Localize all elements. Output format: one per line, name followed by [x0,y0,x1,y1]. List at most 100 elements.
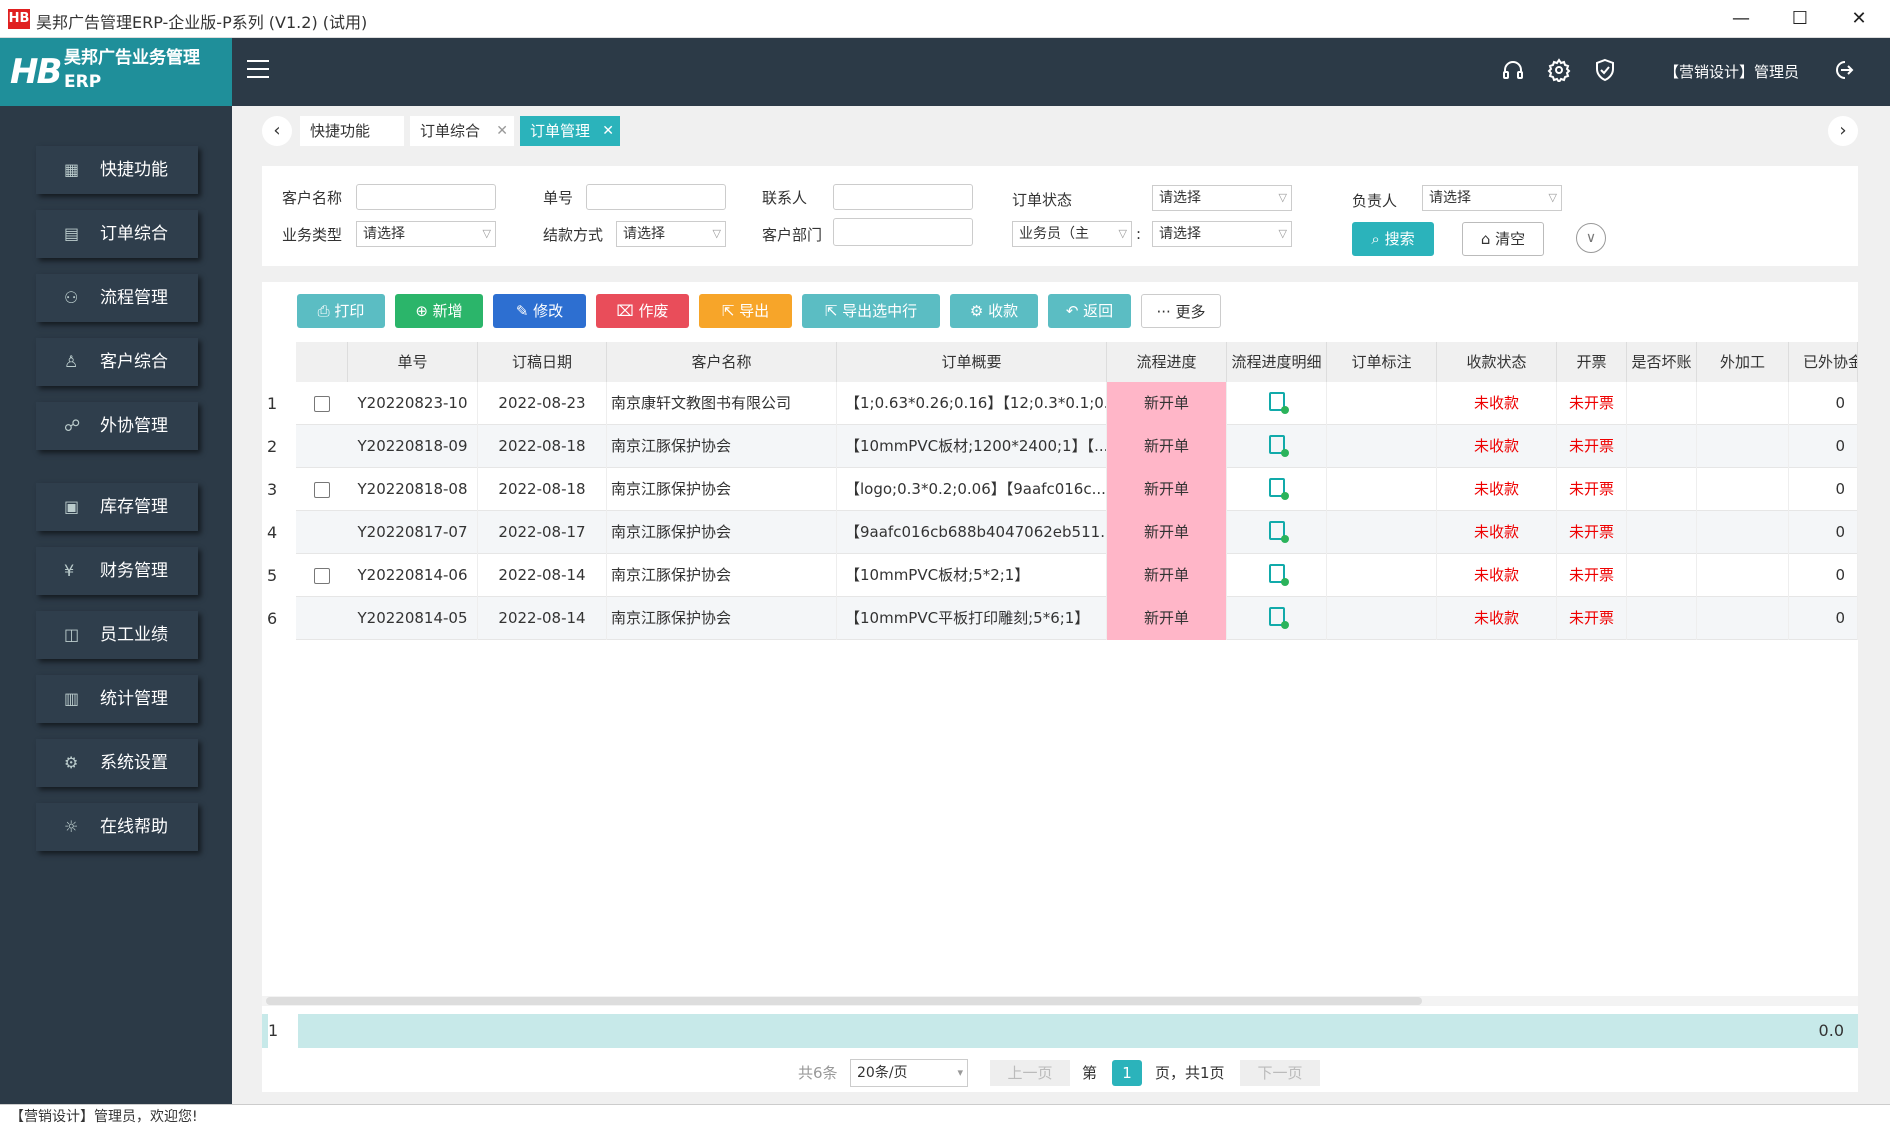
horizontal-scrollbar[interactable] [262,996,1858,1006]
sidebar-item-shortcuts[interactable]: ▦ 快捷功能 [36,146,198,194]
document-icon[interactable] [1268,435,1289,457]
dept-label: 客户部门 [762,226,823,244]
prev-page-button[interactable]: 上一页 [990,1060,1070,1086]
col-mark[interactable]: 订单标注 [1327,342,1437,382]
table-row[interactable]: Y20220818-08 2022-08-18 南京江豚保护协会 【logo;0.3*… [296,468,1858,511]
sidebar-item-help[interactable]: ☼ 在线帮助 [36,803,198,851]
export-button[interactable]: ⇱ 导出 [699,294,792,328]
table-row[interactable]: Y20220814-06 2022-08-14 南京江豚保护协会 【10mmPVC板材… [296,554,1858,597]
sidebar-item-inventory[interactable]: ▣ 库存管理 [36,483,198,531]
close-window-button[interactable]: ✕ [1844,8,1874,30]
empty-cell [1327,511,1437,554]
table-row[interactable]: Y20220818-09 2022-08-18 南京江豚保护协会 【10mmPVC板材… [296,425,1858,468]
salesman-select[interactable]: 请选择 ▽ [1152,221,1292,247]
minimize-button[interactable]: — [1726,8,1756,30]
table-row[interactable]: Y20220823-10 2022-08-23 南京康轩文教图书有限公司 【1;0.6… [296,382,1858,425]
progress-detail-cell [1227,511,1327,554]
salesman-type-select[interactable]: 业务员（主 ▽ [1012,221,1132,247]
document-icon[interactable] [1268,521,1289,543]
close-icon[interactable]: ✕ [602,116,614,146]
back-button[interactable]: ↶ 返回 [1048,294,1131,328]
add-button[interactable]: ⊕ 新增 [395,294,483,328]
void-button[interactable]: ⌧ 作废 [596,294,689,328]
empty-cell [1627,468,1697,511]
cell-invoice: 未开票 [1557,597,1627,640]
more-button[interactable]: ··· 更多 [1141,294,1221,328]
col-progress-detail[interactable]: 流程进度明细 [1227,342,1327,382]
empty-cell [1627,382,1697,425]
col-outsource-amount[interactable]: 已外协金 [1789,342,1858,382]
sidebar-item-outsourcing[interactable]: ☍ 外协管理 [36,402,198,450]
edit-button[interactable]: ✎ 修改 [493,294,586,328]
gear-icon: ⚙ [969,302,989,320]
brand-name-line1: 昊邦广告业务管理 [64,48,200,68]
settle-select[interactable]: 请选择 ▽ [616,221,726,247]
chevron-down-icon: ▽ [482,227,491,240]
owner-select[interactable]: 请选择 ▽ [1422,185,1562,211]
sidebar-item-settings[interactable]: ⚙ 系统设置 [36,739,198,787]
col-date[interactable]: 订稿日期 [478,342,607,382]
contact-input[interactable] [833,184,973,210]
sidebar-item-statistics[interactable]: ▥ 统计管理 [36,675,198,723]
tabs-next-icon[interactable]: › [1828,116,1858,146]
clear-button[interactable]: ⌂ 清空 [1462,222,1544,256]
scrollbar-thumb[interactable] [266,997,1422,1005]
eraser-icon: ⌂ [1480,230,1496,248]
maximize-button[interactable]: ☐ [1785,8,1815,30]
menu-toggle-icon[interactable] [247,60,269,78]
table-row[interactable]: Y20220817-07 2022-08-17 南京江豚保护协会 【9aafc016c… [296,511,1858,554]
document-icon[interactable] [1268,478,1289,500]
tab-orders[interactable]: 订单综合 ✕ [410,116,514,146]
export-selected-button[interactable]: ⇱ 导出选中行 [802,294,940,328]
sidebar-item-workflow[interactable]: ⚇ 流程管理 [36,274,198,322]
per-page-select[interactable]: 20条/页 ▾ [850,1059,968,1087]
sidebar-item-finance[interactable]: ¥ 财务管理 [36,547,198,595]
sidebar-item-performance[interactable]: ◫ 员工业绩 [36,611,198,659]
col-progress[interactable]: 流程进度 [1107,342,1227,382]
sidebar-item-label: 员工业绩 [100,625,168,645]
cell-customer: 南京江豚保护协会 [607,554,837,597]
document-icon[interactable] [1268,607,1289,629]
cell-invoice: 未开票 [1557,382,1627,425]
biz-type-select[interactable]: 请选择 ▽ [356,221,496,247]
gear-icon[interactable] [1546,58,1572,84]
current-page-button[interactable]: 1 [1112,1060,1142,1086]
collect-button[interactable]: ⚙ 收款 [950,294,1038,328]
empty-cell [1627,597,1697,640]
table-row[interactable]: Y20220814-05 2022-08-14 南京江豚保护协会 【10mmPVC平板… [296,597,1858,640]
close-icon[interactable]: ✕ [496,116,508,146]
col-order-no[interactable]: 单号 [348,342,478,382]
cell-date: 2022-08-14 [478,597,607,640]
customer-name-input[interactable] [356,184,496,210]
print-button[interactable]: ⎙ 打印 [297,294,385,328]
dept-input[interactable] [833,218,973,246]
progress-detail-cell [1227,597,1327,640]
cell-summary: 【1;0.63*0.26;0.16】【12;0.3*0.1;0... [837,382,1107,425]
sidebar: ▦ 快捷功能 ▤ 订单综合 ⚇ 流程管理 ♙ 客户综合 ☍ 外协管理 ▣ 库存管理 ¥ 财务管… [0,106,232,1104]
logout-icon[interactable] [1830,58,1856,84]
col-outsource[interactable]: 外加工 [1697,342,1789,382]
summary-total: 0.0 [1818,1021,1844,1040]
col-invoice[interactable]: 开票 [1557,342,1627,382]
order-no-input[interactable] [586,184,726,210]
document-icon[interactable] [1268,392,1289,414]
sidebar-item-orders[interactable]: ▤ 订单综合 [36,210,198,258]
col-customer[interactable]: 客户名称 [607,342,837,382]
tabs-prev-icon[interactable]: ‹ [262,116,292,146]
order-status-select[interactable]: 请选择 ▽ [1152,185,1292,211]
col-bad-debt[interactable]: 是否坏账 [1627,342,1697,382]
search-button[interactable]: ⌕ 搜索 [1352,222,1434,256]
col-summary[interactable]: 订单概要 [837,342,1107,382]
shield-check-icon[interactable] [1592,58,1618,84]
next-page-button[interactable]: 下一页 [1240,1060,1320,1086]
headset-icon[interactable] [1500,58,1526,84]
cell-invoice: 未开票 [1557,468,1627,511]
expand-filters-icon[interactable]: ∨ [1576,223,1606,253]
current-user[interactable]: 【营销设计】管理员 [1664,61,1799,82]
tab-order-management[interactable]: 订单管理 ✕ [520,116,620,146]
document-icon[interactable] [1268,564,1289,586]
sidebar-item-customers[interactable]: ♙ 客户综合 [36,338,198,386]
tab-shortcuts[interactable]: 快捷功能 [300,116,404,146]
search-label: 搜索 [1384,230,1415,248]
col-pay-status[interactable]: 收款状态 [1437,342,1557,382]
